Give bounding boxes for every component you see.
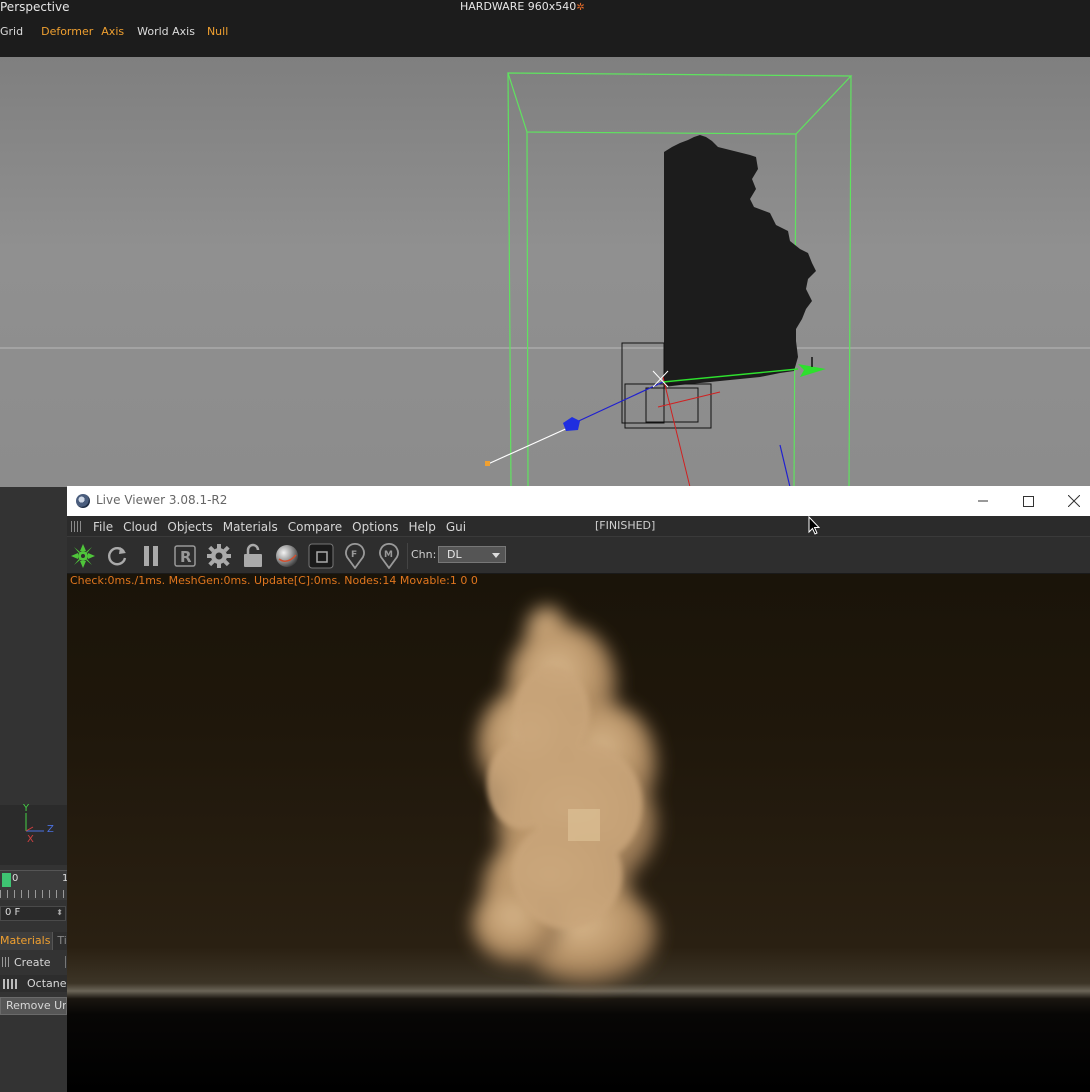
render-view[interactable]: Check:0ms./1ms. MeshGen:0ms. Update[C]:0… [67, 574, 1090, 1092]
world-axis-line [779, 444, 791, 487]
grip-icon [71, 521, 83, 532]
filter-axis[interactable]: Axis [101, 25, 124, 39]
menu-separator [64, 956, 66, 968]
tab-timeline[interactable]: Ti [53, 932, 67, 950]
filter-grid[interactable]: Grid [0, 25, 23, 39]
current-frame-field[interactable]: 0 F ⬍ [0, 906, 66, 921]
axis-label-z: Z [47, 824, 54, 835]
settings-gear-icon[interactable] [206, 543, 232, 569]
svg-text:M: M [384, 550, 393, 560]
timeline-frame-start: 0 [12, 873, 19, 884]
material-manager-tabs: Materials Ti [0, 932, 67, 950]
material-ball-icon[interactable] [274, 543, 300, 569]
filter-world-axis[interactable]: World Axis [137, 25, 195, 39]
lock-icon[interactable] [240, 543, 266, 569]
y-axis-line [662, 376, 691, 487]
chevron-down-icon [492, 553, 500, 558]
channel-value: DL [447, 548, 462, 561]
live-viewer-toolbar: R F M Chn: DL [67, 536, 1090, 573]
menu-help[interactable]: Help [408, 520, 435, 534]
tab-materials[interactable]: Materials [0, 932, 54, 950]
z-gizmo-arrow [563, 417, 580, 431]
filter-deformer[interactable]: Deformer [41, 25, 93, 39]
filter-null[interactable]: Null [207, 25, 228, 39]
viewport-scene [0, 72, 1090, 487]
menu-cloud[interactable]: Cloud [123, 520, 157, 534]
render-stats-text: Check:0ms./1ms. MeshGen:0ms. Update[C]:0… [70, 574, 478, 587]
svg-text:F: F [351, 550, 357, 560]
material-menu-bar: Create [0, 954, 67, 970]
minimize-icon[interactable] [960, 489, 1006, 513]
live-viewer-title: Live Viewer 3.08.1-R2 [96, 493, 228, 507]
light-handle [485, 461, 490, 466]
menu-create[interactable]: Create [14, 956, 51, 969]
timeline-ruler[interactable]: 0 1 [0, 870, 67, 900]
3d-viewport[interactable] [0, 57, 1090, 487]
refresh-icon[interactable] [104, 543, 130, 569]
mouse-cursor-icon [808, 516, 820, 535]
live-viewer-window: Live Viewer 3.08.1-R2 File Cloud Objects… [67, 486, 1090, 1092]
grip-icon [2, 957, 10, 967]
menu-compare[interactable]: Compare [288, 520, 342, 534]
viewport-renderer-label: HARDWARE 960x540✲ [460, 0, 585, 13]
z-axis-line [569, 381, 664, 426]
timeline-ticks [0, 890, 67, 898]
toolbar-separator [407, 543, 408, 569]
viewport-header: Perspective HARDWARE 960x540✲ Grid Defor… [0, 0, 1090, 57]
render-status: [FINISHED] [595, 519, 656, 532]
channel-label: Chn: [411, 548, 437, 561]
octane-label: Octane [27, 977, 67, 990]
pause-icon[interactable] [138, 543, 164, 569]
menu-gui[interactable]: Gui [446, 520, 466, 534]
cinema4d-app-icon [76, 494, 90, 508]
light-direction-line [487, 426, 571, 465]
region-render-icon[interactable]: R [172, 543, 198, 569]
timeline-playhead[interactable] [2, 873, 11, 887]
maximize-icon[interactable] [1005, 489, 1051, 513]
menu-objects[interactable]: Objects [167, 520, 212, 534]
menu-materials[interactable]: Materials [223, 520, 278, 534]
viewport-camera-title[interactable]: Perspective [0, 0, 70, 14]
svg-text:R: R [180, 548, 192, 566]
remove-unused-button[interactable]: Remove Unu [0, 997, 67, 1015]
gear-icon[interactable]: ✲ [576, 2, 584, 13]
world-axis-widget: Y Z X [0, 803, 67, 865]
channel-select[interactable]: DL [438, 546, 506, 563]
emitter-cube [568, 809, 600, 841]
menu-file[interactable]: File [93, 520, 113, 534]
close-icon[interactable] [1051, 489, 1090, 513]
focus-pick-icon[interactable] [308, 543, 334, 569]
live-viewer-menubar: File Cloud Objects Materials Compare Opt… [67, 516, 1090, 536]
live-viewer-titlebar[interactable]: Live Viewer 3.08.1-R2 [67, 486, 1090, 516]
f-pin-icon[interactable]: F [342, 543, 368, 569]
current-frame-value: 0 F [5, 907, 21, 918]
menu-items: File Cloud Objects Materials Compare Opt… [93, 520, 476, 534]
spinner-arrows-icon[interactable]: ⬍ [56, 908, 63, 917]
renderer-text: HARDWARE 960x540 [460, 0, 577, 13]
octane-material-icon [3, 978, 17, 989]
menu-options[interactable]: Options [352, 520, 398, 534]
axis-label-x: X [27, 834, 34, 845]
left-dock-panel: Y Z X 0 1 0 F ⬍ Materials Ti Create Octa… [0, 487, 67, 1092]
m-pin-icon[interactable]: M [376, 543, 402, 569]
octane-logo-icon[interactable] [70, 543, 96, 569]
viewport-filter-bar: Grid Deformer Axis World Axis Null [0, 25, 228, 39]
volume-voxel-silhouette [664, 135, 816, 387]
axis-label-y: Y [23, 803, 30, 814]
octane-material-menu[interactable]: Octane [0, 975, 67, 992]
smoke-render-image [472, 606, 657, 984]
